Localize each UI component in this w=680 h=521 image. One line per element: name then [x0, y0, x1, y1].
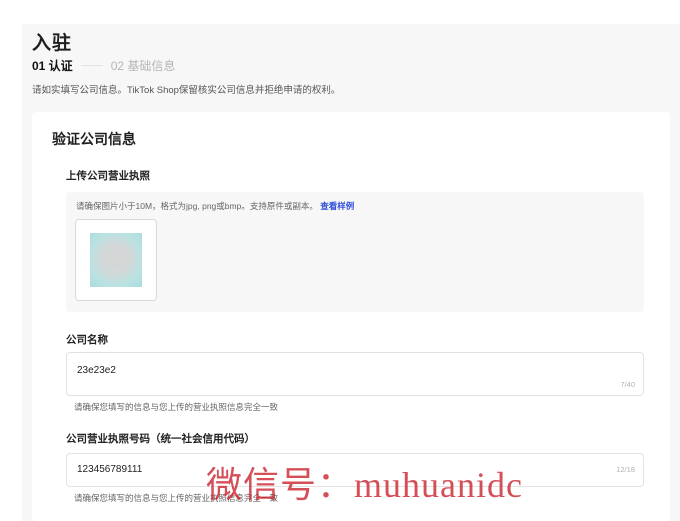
- step-current: 01 认证: [32, 59, 73, 73]
- license-number-label: 公司营业执照号码（统一社会信用代码）: [66, 433, 255, 445]
- license-upload-label: 上传公司营业执照: [66, 170, 150, 182]
- license-number-counter: 12/18: [616, 465, 635, 474]
- page-subtitle: 请如实填写公司信息。TikTok Shop保留核实公司信息并拒绝申请的权利。: [32, 85, 341, 96]
- license-image-thumbnail[interactable]: [75, 219, 157, 301]
- upload-hint: 请确保图片小于10M，格式为jpg, png或bmp。支持原件或副本。 查看样例: [76, 200, 354, 212]
- license-image-preview: [90, 233, 142, 287]
- top-bar: [0, 0, 680, 24]
- license-number-value: 123456789111: [77, 464, 143, 475]
- watermark-text: 微信号：muhuanidc: [206, 465, 523, 505]
- company-name-counter: 7/40: [620, 380, 635, 389]
- company-name-helper: 请确保您填写的信息与您上传的营业执照信息完全一致: [74, 402, 279, 412]
- card-title: 验证公司信息: [52, 131, 136, 147]
- company-name-label: 公司名称: [66, 334, 108, 346]
- upload-hint-text: 请确保图片小于10M，格式为jpg, png或bmp。支持原件或副本。: [76, 201, 318, 211]
- onboarding-page: 入驻 01 认证 02 基础信息 请如实填写公司信息。TikTok Shop保留…: [22, 24, 680, 521]
- license-upload-area[interactable]: 请确保图片小于10M，格式为jpg, png或bmp。支持原件或副本。 查看样例: [66, 192, 644, 312]
- step-next: 02 基础信息: [110, 59, 176, 73]
- company-name-input[interactable]: 23e23e2 7/40: [66, 352, 644, 396]
- step-divider: [80, 65, 103, 66]
- company-name-value: 23e23e2: [77, 365, 116, 376]
- step-indicator: 01 认证 02 基础信息: [32, 57, 175, 74]
- page-title: 入驻: [32, 33, 73, 54]
- view-example-link[interactable]: 查看样例: [320, 201, 354, 211]
